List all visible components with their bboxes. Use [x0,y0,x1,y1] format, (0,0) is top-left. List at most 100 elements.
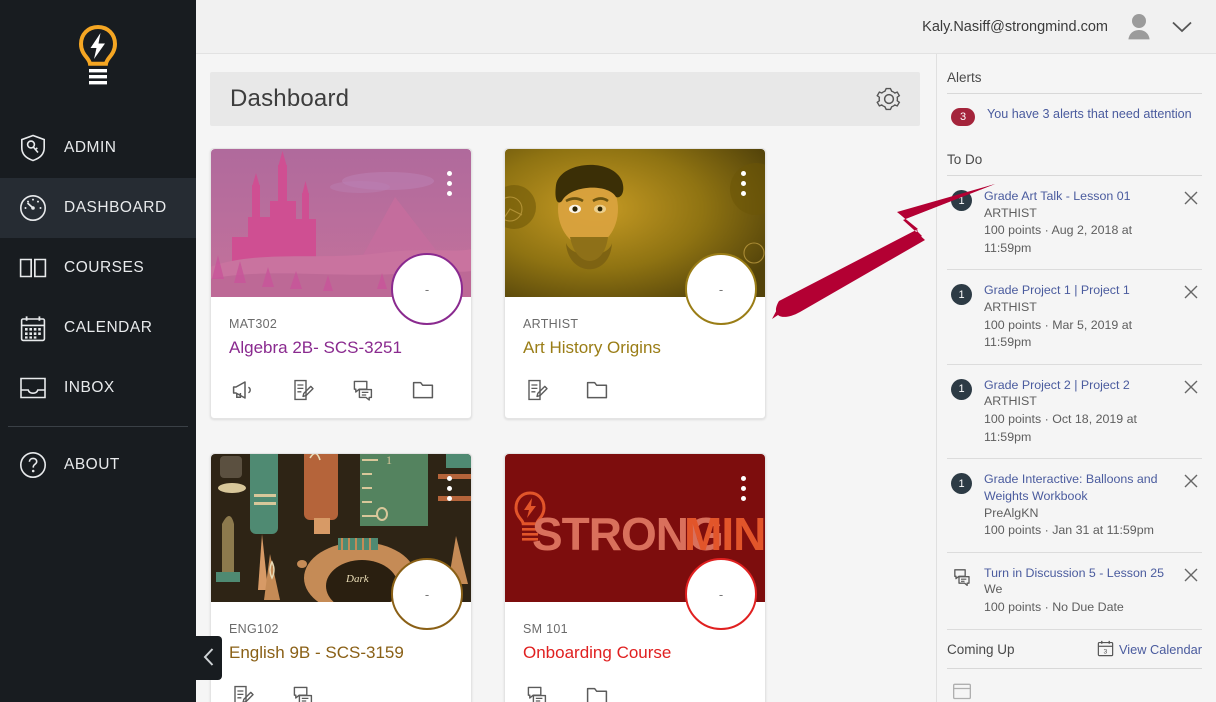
course-card[interactable]: - MAT302 Algebra 2B- SCS-3251 [210,148,472,419]
todo-meta: 100 points · Jan 31 at 11:59pm [984,522,1180,540]
course-grade-badge[interactable]: - [391,558,463,630]
alert-count-badge: 3 [951,108,975,126]
discussions-icon [951,567,972,588]
sidebar-item-inbox[interactable]: INBOX [0,358,196,418]
count-badge: 1 [951,473,972,494]
course-card-actions [505,364,765,418]
assignments-icon[interactable] [231,684,255,702]
course-card-list: - MAT302 Algebra 2B- SCS-3251 [210,148,920,702]
chevron-down-icon[interactable] [1170,15,1194,39]
view-calendar-link[interactable]: 3 View Calendar [1097,640,1202,660]
files-icon[interactable] [585,378,609,402]
sidebar-collapse-button[interactable] [196,636,222,680]
app-root: ADMIN DASHBOARD COURSES CALENDAR [0,0,1216,702]
list-item[interactable]: Turn in Discussion 5 - Lesson 25 We 100 … [947,553,1202,630]
sidebar-item-label: COURSES [64,259,144,277]
course-name-link[interactable]: Algebra 2B- SCS-3251 [229,337,453,358]
files-icon[interactable] [411,378,435,402]
content-area: Kaly.Nasiff@strongmind.com Dashboard [196,0,1216,702]
course-card[interactable]: - ARTHIST Art History Origins [504,148,766,419]
discussions-icon[interactable] [525,684,549,702]
sidebar-item-courses[interactable]: COURSES [0,238,196,298]
todo-text [984,679,1202,696]
sidebar-item-about[interactable]: ABOUT [0,435,196,495]
svg-text:3: 3 [1103,648,1107,655]
strongmind-lightbulb-logo[interactable] [0,0,196,118]
open-book-icon [18,253,48,283]
kebab-menu-icon[interactable] [441,476,457,501]
coming-up-heading: Coming Up 3 View Calendar [947,640,1202,669]
todo-text: Grade Art Talk - Lesson 01 ARTHIST 100 p… [984,188,1202,257]
course-name-link[interactable]: English 9B - SCS-3159 [229,642,453,663]
close-icon[interactable] [1182,189,1200,207]
assignments-icon[interactable] [525,378,549,402]
user-email: Kaly.Nasiff@strongmind.com [922,19,1108,35]
sidebar-item-label: ADMIN [64,139,116,157]
kebab-menu-icon[interactable] [735,171,751,196]
todo-meta: 100 points · Oct 18, 2019 at 11:59pm [984,411,1180,446]
sidebar-item-dashboard[interactable]: DASHBOARD [0,178,196,238]
discussions-icon[interactable] [351,378,375,402]
todo-text: Grade Project 2 | Project 2 ARTHIST 100 … [984,377,1202,446]
count-badge: 1 [951,379,972,400]
todo-text: Turn in Discussion 5 - Lesson 25 We 100 … [984,565,1202,617]
announcements-icon[interactable] [231,378,255,402]
course-name-link[interactable]: Art History Origins [523,337,747,358]
svg-text:Dark: Dark [345,573,370,585]
todo-course: ARTHIST [984,300,1037,314]
close-icon[interactable] [1182,378,1200,396]
gear-icon[interactable] [876,86,902,112]
todo-title-link[interactable] [984,679,1180,696]
top-bar: Kaly.Nasiff@strongmind.com [196,0,1216,54]
course-name-link[interactable]: Onboarding Course [523,642,747,663]
todo-title-link[interactable]: Grade Project 2 | Project 2 [984,377,1180,394]
todo-course: ARTHIST [984,206,1037,220]
todo-meta: 100 points · Aug 2, 2018 at 11:59pm [984,222,1180,257]
todo-text: Grade Project 1 | Project 1 ARTHIST 100 … [984,282,1202,351]
alert-item[interactable]: 3 You have 3 alerts that need attention [947,94,1202,140]
sidebar-item-calendar[interactable]: CALENDAR [0,298,196,358]
course-grade-badge[interactable]: - [685,253,757,325]
todo-title-link[interactable]: Turn in Discussion 5 - Lesson 25 [984,565,1180,582]
alerts-heading: Alerts [947,70,1202,94]
todo-meta: 100 points · Mar 5, 2019 at 11:59pm [984,317,1180,352]
todo-title-link[interactable]: Grade Art Talk - Lesson 01 [984,188,1180,205]
count-badge: 1 [951,284,972,305]
strongmind-lightbulb-logo-icon [75,25,121,93]
dashboard-sidebar: Alerts 3 You have 3 alerts that need att… [936,54,1216,702]
calendar-icon [18,313,48,343]
close-icon[interactable] [1182,472,1200,490]
list-item[interactable]: 1 Grade Interactive: Balloons and Weight… [947,459,1202,552]
alert-link[interactable]: You have 3 alerts that need attention [987,106,1192,123]
todo-course: We [984,582,1002,596]
files-icon[interactable] [585,684,609,702]
list-item[interactable]: 1 Grade Project 2 | Project 2 ARTHIST 10… [947,365,1202,459]
todo-title-link[interactable]: Grade Interactive: Balloons and Weights … [984,471,1180,504]
todo-text: Grade Interactive: Balloons and Weights … [984,471,1202,539]
body-area: Dashboard [196,54,1216,702]
question-circle-icon [18,450,48,480]
course-card-actions [211,670,471,702]
kebab-menu-icon[interactable] [735,476,751,501]
course-card[interactable]: 1 Dark [210,453,472,702]
course-grade-badge[interactable]: - [391,253,463,325]
coming-up-label: Coming Up [947,642,1015,657]
close-icon[interactable] [1182,566,1200,584]
close-icon[interactable] [1182,283,1200,301]
user-avatar-icon[interactable] [1122,10,1156,44]
discussions-icon[interactable] [291,684,315,702]
kebab-menu-icon[interactable] [441,171,457,196]
course-card[interactable]: STRONG MIND - SM 101 Onboarding Course [504,453,766,702]
todo-meta: 100 points · No Due Date [984,599,1180,617]
list-item[interactable]: 1 Grade Art Talk - Lesson 01 ARTHIST 100… [947,176,1202,270]
sidebar-item-label: INBOX [64,379,115,397]
page-title: Dashboard [230,85,349,113]
calendar-event-icon [951,681,972,702]
course-grade-badge[interactable]: - [685,558,757,630]
list-item[interactable]: 1 Grade Project 1 | Project 1 ARTHIST 10… [947,270,1202,364]
todo-title-link[interactable]: Grade Project 1 | Project 1 [984,282,1180,299]
assignments-icon[interactable] [291,378,315,402]
sidebar-item-label: ABOUT [64,456,120,474]
sidebar-item-admin[interactable]: ADMIN [0,118,196,178]
list-item[interactable] [947,669,1202,702]
